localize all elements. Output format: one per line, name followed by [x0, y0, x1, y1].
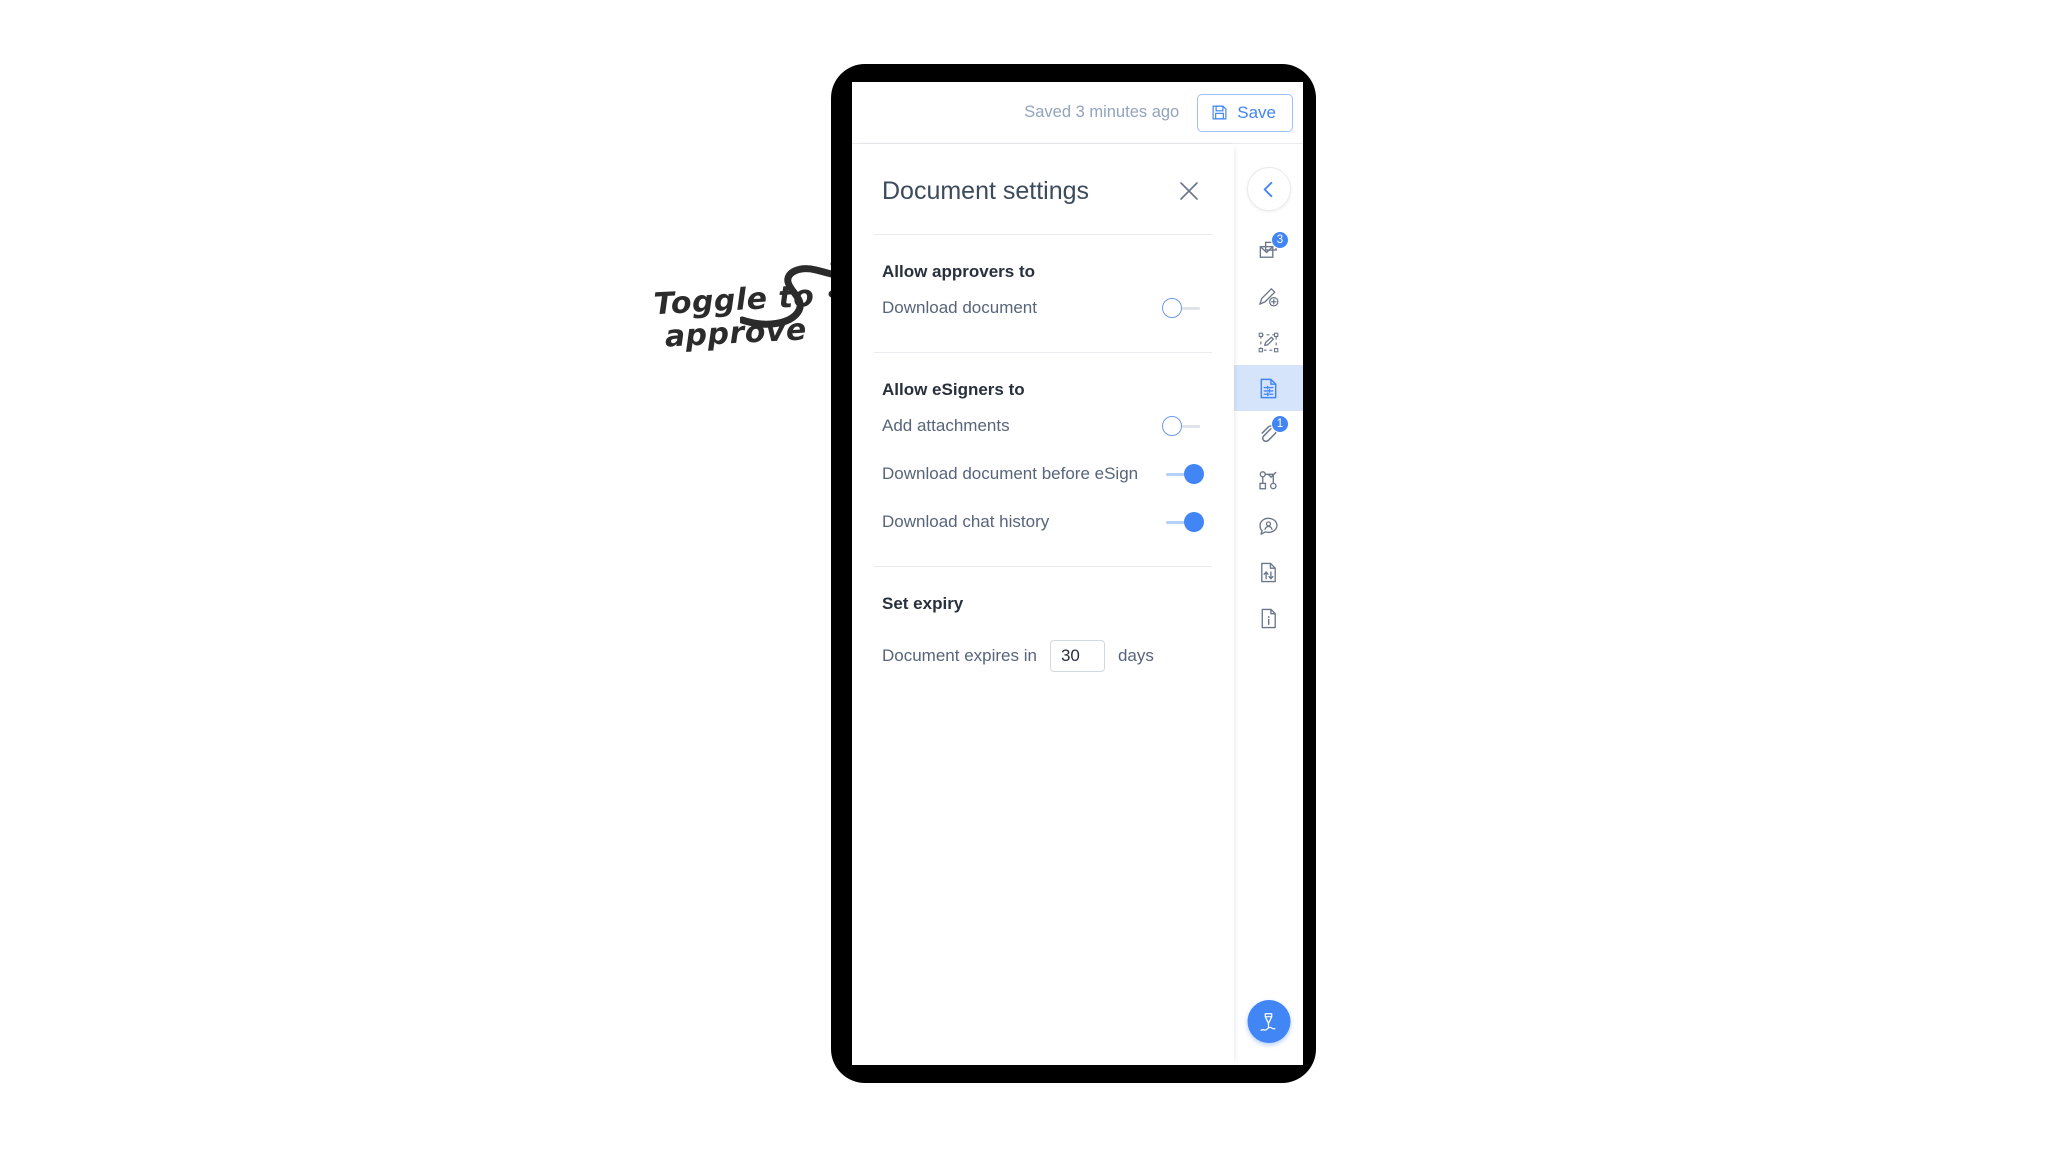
- toggle-add-attachments[interactable]: [1162, 415, 1204, 437]
- sidebar-item-signature-add[interactable]: [1234, 273, 1303, 319]
- floppy-disk-icon: [1212, 105, 1227, 120]
- setting-label: Download chat history: [882, 512, 1050, 531]
- chevron-left-icon: [1263, 181, 1273, 197]
- document-versions-icon: [1261, 562, 1276, 582]
- setting-row-download-before-esign: Download document before eSign: [882, 452, 1204, 496]
- toggle-knob: [1184, 464, 1204, 484]
- expiry-row: Document expires in days: [882, 640, 1204, 672]
- expiry-days-input[interactable]: [1049, 640, 1105, 672]
- setting-row-add-attachments: Add attachments: [882, 404, 1204, 448]
- section-title: Allow approvers to: [882, 262, 1036, 281]
- phone-screen: Saved 3 minutes ago Save Document settin…: [852, 82, 1303, 1065]
- toggle-download-document[interactable]: [1162, 297, 1204, 319]
- sign-document-fab[interactable]: [1247, 1000, 1290, 1043]
- section-title: Set expiry: [882, 594, 964, 613]
- document-info-icon: [1261, 608, 1276, 628]
- close-icon[interactable]: [1174, 176, 1204, 206]
- document-settings-icon: [1260, 378, 1277, 398]
- sidebar-item-approval-workflow[interactable]: [1234, 457, 1303, 503]
- sign-pen-icon: [1260, 1012, 1276, 1031]
- setting-label: Download document before eSign: [882, 464, 1139, 483]
- page-title: Document settings: [882, 176, 1090, 205]
- screen-body: Document settings Allow approvers to Dow…: [852, 144, 1303, 1065]
- sidebar-item-chat-participant[interactable]: [1234, 503, 1303, 549]
- badge-count: 1: [1271, 415, 1289, 433]
- section-title: Allow eSigners to: [882, 380, 1025, 399]
- save-button-label: Save: [1237, 102, 1276, 122]
- sidebar-item-document-versions[interactable]: [1234, 549, 1303, 595]
- toggle-knob: [1184, 512, 1204, 532]
- chat-participant-icon: [1259, 517, 1278, 535]
- setting-label: Add attachments: [882, 416, 1010, 435]
- back-button[interactable]: [1246, 167, 1291, 211]
- section-allow-approvers: Allow approvers to Download document: [852, 235, 1234, 330]
- panel-header: Document settings: [852, 144, 1234, 234]
- section-allow-esigners: Allow eSigners to Add attachments Downlo…: [852, 353, 1234, 544]
- sidebar-item-document-info[interactable]: [1234, 595, 1303, 641]
- signature-add-icon: [1259, 287, 1279, 307]
- toggle-knob: [1162, 416, 1182, 436]
- right-sidebar: 3 1: [1234, 144, 1303, 1065]
- sidebar-item-place-field[interactable]: [1234, 319, 1303, 365]
- section-set-expiry: Set expiry Document expires in days: [852, 567, 1234, 672]
- sidebar-item-attachments[interactable]: 1: [1234, 411, 1303, 457]
- document-settings-panel: Document settings Allow approvers to Dow…: [852, 144, 1234, 1065]
- setting-row-download-document: Download document: [882, 286, 1204, 330]
- sidebar-item-document-settings[interactable]: [1234, 365, 1303, 411]
- badge-count: 3: [1271, 231, 1289, 249]
- sidebar-item-inbox[interactable]: 3: [1234, 227, 1303, 273]
- top-bar: Saved 3 minutes ago Save: [852, 82, 1303, 144]
- expiry-suffix-label: days: [1117, 646, 1154, 665]
- toggle-download-before-esign[interactable]: [1162, 463, 1204, 485]
- approval-workflow-icon: [1259, 470, 1277, 489]
- toggle-knob: [1162, 298, 1182, 318]
- saved-status-label: Saved 3 minutes ago: [1024, 103, 1180, 121]
- screenshot-canvas: Toggle to approve Saved 3 minutes ago Sa…: [0, 0, 2051, 1153]
- save-button[interactable]: Save: [1197, 93, 1293, 132]
- expiry-prefix-label: Document expires in: [882, 646, 1037, 665]
- setting-label: Download document: [882, 298, 1037, 317]
- toggle-download-chat-history[interactable]: [1162, 511, 1204, 533]
- setting-row-download-chat-history: Download chat history: [882, 500, 1204, 544]
- place-field-icon: [1258, 332, 1279, 352]
